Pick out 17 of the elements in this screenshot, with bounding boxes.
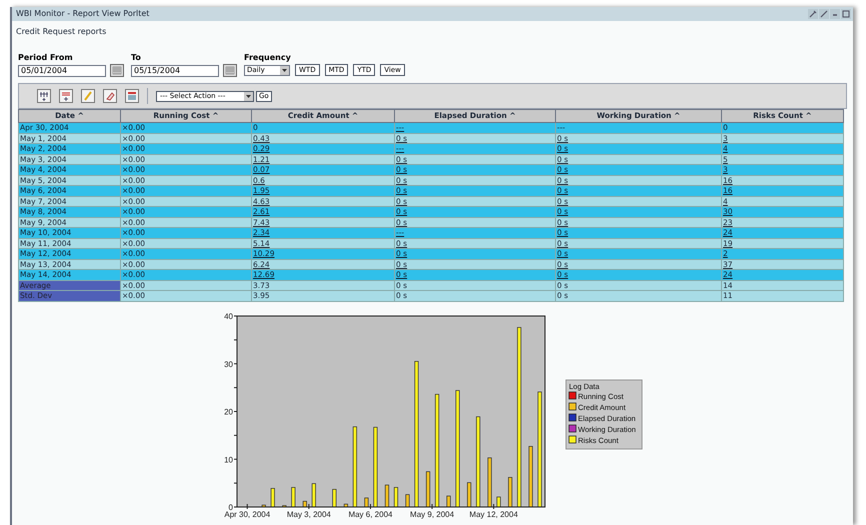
window-title: WBI Monitor - Report View Porltet	[16, 8, 150, 20]
field-label: Frequency	[244, 52, 292, 64]
axis-label: May 9, 2004	[410, 510, 454, 518]
axis-label: Apr 30, 2004	[224, 510, 270, 518]
field-label: Period From	[18, 52, 74, 64]
field-label: To	[131, 52, 142, 64]
axis-label: May 12, 2004	[469, 510, 518, 518]
axis-label: May 6, 2004	[348, 510, 392, 518]
axis-label: 30	[224, 359, 233, 368]
axis-label: 10	[224, 454, 233, 464]
report-subtitle: Credit Request reports	[15, 26, 108, 38]
axis-label: May 3, 2004	[286, 510, 331, 518]
date-field[interactable]: 05/15/2004	[131, 64, 219, 76]
date-field[interactable]: 05/01/2004	[18, 64, 106, 76]
axis-label: 40	[224, 312, 233, 320]
axis-label: 0	[228, 502, 233, 512]
axis-label: 20	[224, 407, 233, 416]
